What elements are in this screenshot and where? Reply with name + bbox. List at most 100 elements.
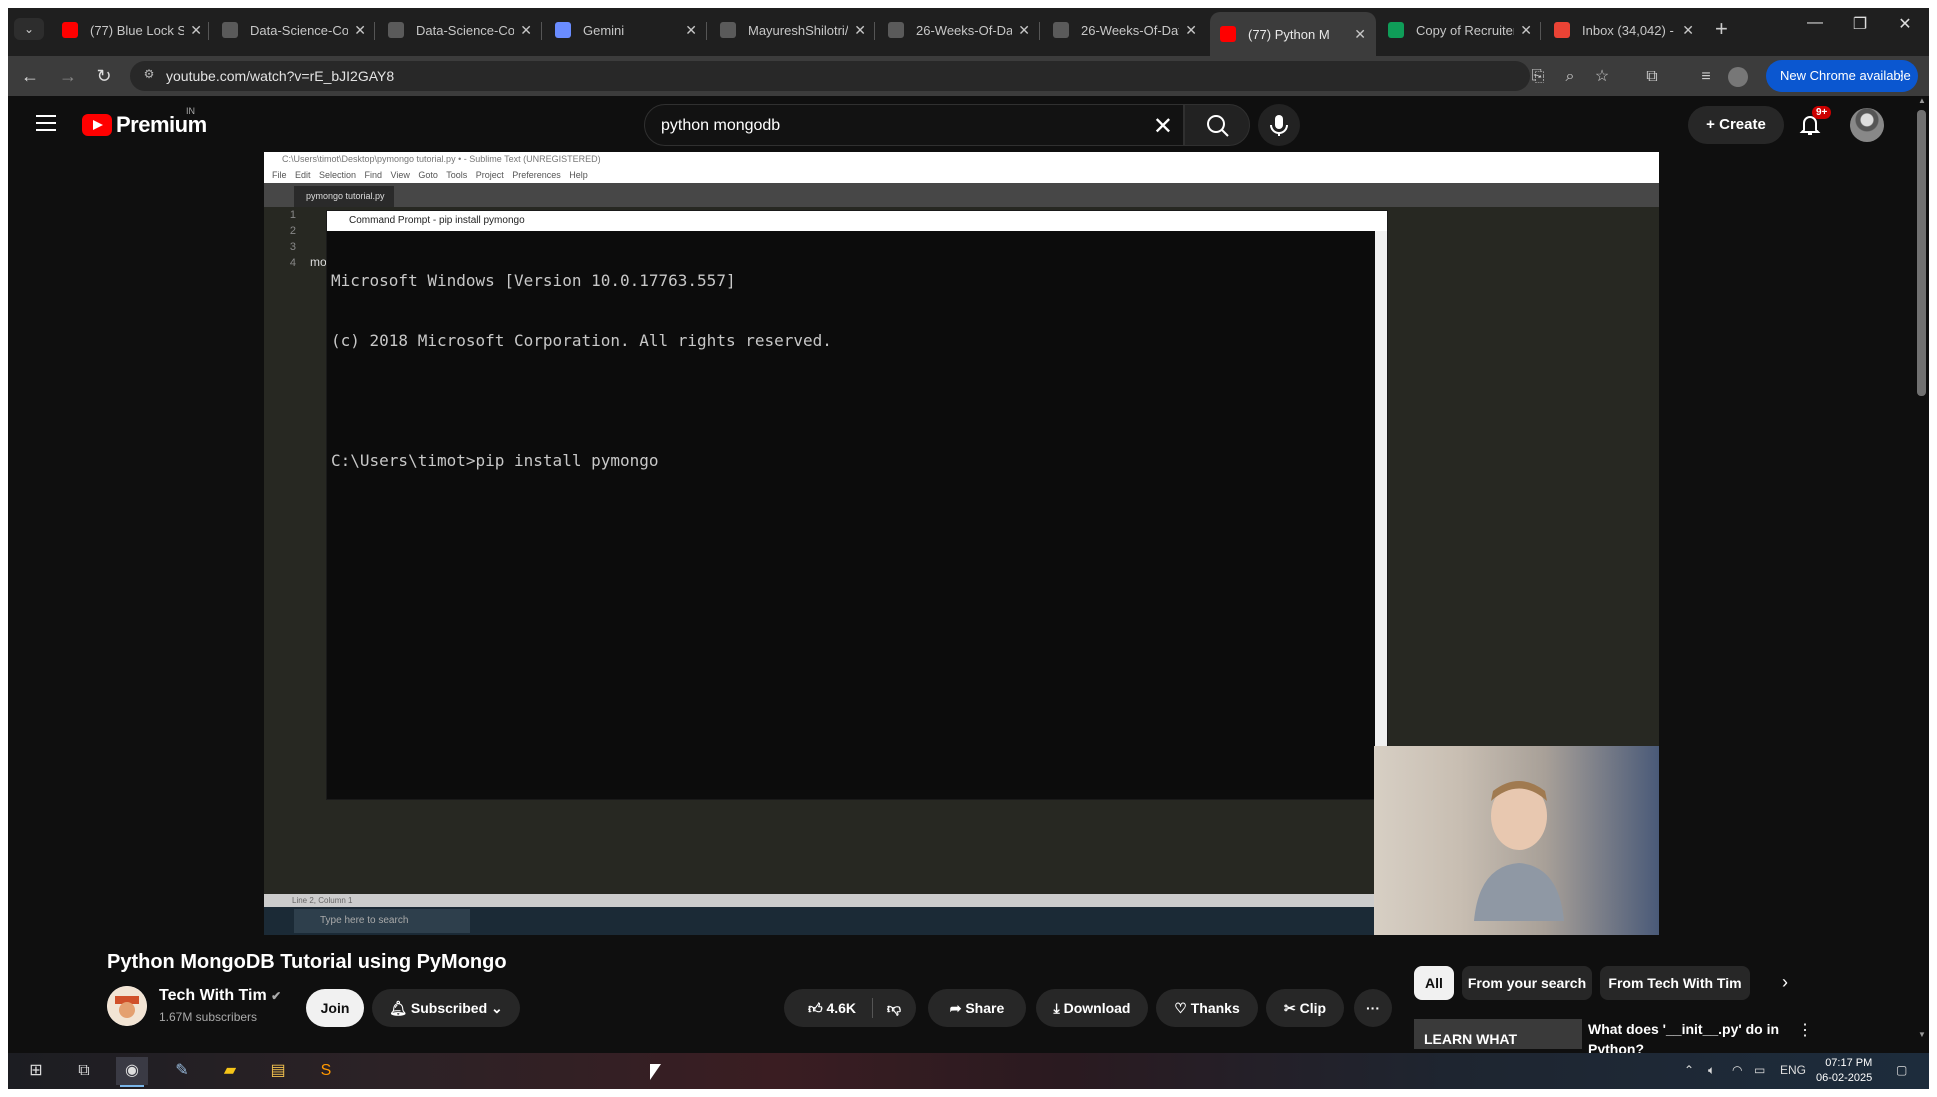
- browser-tab[interactable]: Data-Science-Cou ✕: [212, 12, 376, 48]
- windows-start-icon[interactable]: ⊞: [20, 1057, 52, 1085]
- like-button[interactable]: 👍︎ 4.6K: [796, 989, 868, 1027]
- close-tab-icon[interactable]: ✕: [1185, 22, 1197, 39]
- volume-icon[interactable]: 🔈︎: [1708, 1063, 1715, 1078]
- browser-tab[interactable]: 26-Weeks-Of-Dat ✕: [1043, 12, 1207, 48]
- chip-all[interactable]: All: [1414, 966, 1454, 1000]
- close-tab-icon[interactable]: ✕: [520, 22, 532, 39]
- file-explorer-taskbar-icon[interactable]: ▤: [262, 1057, 294, 1085]
- back-button[interactable]: ←: [16, 62, 44, 90]
- cmd-title-bar: Command Prompt - pip install pymongo: [327, 211, 1387, 231]
- share-button[interactable]: ➦ Share: [928, 989, 1026, 1027]
- wifi-icon[interactable]: ◠: [1732, 1063, 1742, 1077]
- close-tab-icon[interactable]: ✕: [1354, 26, 1366, 43]
- scroll-up-arrow-icon[interactable]: ▲: [1914, 96, 1930, 110]
- hamburger-menu-icon[interactable]: [36, 115, 56, 131]
- youtube-icon: [1220, 26, 1236, 42]
- notepad-taskbar-icon[interactable]: ✎: [166, 1057, 198, 1085]
- extensions-icon[interactable]: ⧉: [1640, 65, 1664, 89]
- microphone-icon: [1270, 115, 1288, 136]
- clip-button[interactable]: ✂ Clip: [1266, 989, 1344, 1027]
- browser-tab-strip: ⌄ (77) Blue Lock S2 |✕Data-Science-Cou✕D…: [0, 0, 1937, 56]
- close-tab-icon[interactable]: ✕: [354, 22, 366, 39]
- chevron-down-icon: ⌄: [487, 1000, 503, 1016]
- join-button[interactable]: Join: [306, 989, 364, 1027]
- bookmark-star-icon[interactable]: ☆: [1590, 65, 1614, 89]
- browser-tab[interactable]: (77) Blue Lock S2 | ✕: [52, 12, 212, 48]
- scroll-down-arrow-icon[interactable]: ▼: [1914, 1030, 1930, 1044]
- chrome-menu-icon[interactable]: ⋮: [1895, 60, 1908, 92]
- sublime-text-taskbar-icon[interactable]: S: [310, 1057, 342, 1085]
- restore-window-button[interactable]: ❐: [1845, 14, 1875, 34]
- channel-avatar[interactable]: [107, 986, 147, 1026]
- account-avatar[interactable]: [1850, 108, 1884, 142]
- youtube-premium-logo[interactable]: Premium IN: [82, 106, 207, 138]
- tab-separator: [706, 22, 707, 40]
- browser-tab[interactable]: MayureshShilotri/ ✕: [710, 12, 876, 48]
- browser-tab[interactable]: Inbox (34,042) - c ✕: [1544, 12, 1704, 48]
- sticky-notes-taskbar-icon[interactable]: ▰: [214, 1057, 246, 1085]
- close-tab-icon[interactable]: ✕: [1682, 22, 1694, 39]
- download-button[interactable]: ⤓ Download: [1036, 989, 1148, 1027]
- new-chrome-available-button[interactable]: New Chrome available ⋮: [1766, 60, 1918, 92]
- search-input[interactable]: python mongodb ✕: [644, 104, 1184, 146]
- scrollbar-thumb[interactable]: [1917, 110, 1926, 396]
- windows-taskbar: ⊞ ⧉ ◉ ✎ ▰ ▤ S ⌃ 🔈︎ ◠ ▭ ENG 07:17 PM 06-0…: [8, 1053, 1930, 1089]
- youtube-play-icon: [82, 114, 112, 136]
- recommendation-thumbnail[interactable]: LEARN WHAT: [1414, 1019, 1582, 1049]
- forward-button[interactable]: →: [54, 62, 82, 90]
- chrome-taskbar-icon[interactable]: ◉: [116, 1057, 148, 1087]
- minimize-window-button[interactable]: —: [1800, 14, 1830, 32]
- install-app-icon[interactable]: ⎘: [1526, 65, 1550, 89]
- chip-label: From your search: [1467, 975, 1587, 991]
- youtube-icon: [62, 22, 78, 38]
- action-center-icon[interactable]: ▢: [1896, 1063, 1907, 1077]
- close-tab-icon[interactable]: ✕: [1520, 22, 1532, 39]
- profile-avatar[interactable]: [1728, 67, 1748, 87]
- cmd-line: Microsoft Windows [Version 10.0.17763.55…: [331, 271, 736, 290]
- close-tab-icon[interactable]: ✕: [854, 22, 866, 39]
- subscribed-button[interactable]: 🔔︎ Subscribed ⌄: [372, 989, 520, 1027]
- language-indicator[interactable]: ENG: [1780, 1063, 1806, 1077]
- address-bar[interactable]: ⚙ youtube.com/watch?v=rE_bJI2GAY8: [130, 61, 1530, 91]
- task-view-icon[interactable]: ⧉: [68, 1057, 100, 1085]
- site-info-icon[interactable]: ⚙: [140, 67, 158, 85]
- create-button[interactable]: + Create: [1688, 106, 1784, 144]
- reload-button[interactable]: ↻: [90, 62, 118, 90]
- zoom-icon[interactable]: ⌕: [1558, 65, 1582, 89]
- search-button[interactable]: [1184, 104, 1250, 146]
- browser-tab[interactable]: Copy of Recruiter ✕: [1378, 12, 1542, 48]
- media-controls-icon[interactable]: ≡: [1694, 65, 1718, 89]
- tab-separator: [374, 22, 375, 40]
- tray-overflow-icon[interactable]: ⌃: [1684, 1063, 1694, 1077]
- browser-tab[interactable]: 26-Weeks-Of-Dat ✕: [878, 12, 1040, 48]
- browser-tab[interactable]: Data-Science-Cou ✕: [378, 12, 542, 48]
- close-window-button[interactable]: ✕: [1890, 14, 1920, 34]
- close-tab-icon[interactable]: ✕: [1018, 22, 1030, 39]
- clear-search-icon[interactable]: ✕: [1153, 112, 1173, 141]
- video-player[interactable]: C:\Users\timot\Desktop\pymongo tutorial.…: [264, 152, 1659, 935]
- cmd-line: C:\Users\timot>pip install pymongo: [331, 451, 659, 470]
- chip-from-channel[interactable]: From Tech With Tim: [1600, 966, 1750, 1000]
- tab-search-button[interactable]: ⌄: [14, 18, 44, 40]
- browser-tab[interactable]: (77) Python M ✕: [1210, 12, 1376, 56]
- channel-name-text: Tech With Tim: [159, 987, 267, 1004]
- plus-icon: +: [1706, 116, 1720, 133]
- close-tab-icon[interactable]: ✕: [685, 22, 697, 39]
- channel-name[interactable]: Tech With Tim ✔: [159, 987, 281, 1005]
- thanks-button[interactable]: ♡ Thanks: [1156, 989, 1258, 1027]
- cmd-line: [331, 391, 1387, 411]
- clock[interactable]: 07:17 PM 06-02-2025: [1816, 1056, 1872, 1086]
- chips-next-icon[interactable]: ›: [1782, 972, 1788, 993]
- sublime-tab-bar: pymongo tutorial.py: [264, 183, 1659, 207]
- close-tab-icon[interactable]: ✕: [190, 22, 202, 39]
- browser-tab[interactable]: Gemini ✕: [545, 12, 707, 48]
- recommendation-menu-icon[interactable]: ⋮: [1797, 1020, 1813, 1040]
- sublime-menu-bar: File Edit Selection Find View Goto Tools…: [264, 167, 1659, 183]
- voice-search-button[interactable]: [1258, 104, 1300, 146]
- battery-icon[interactable]: ▭: [1754, 1063, 1765, 1077]
- dislike-button[interactable]: 👎︎: [878, 989, 910, 1027]
- chip-from-your-search[interactable]: From your search: [1462, 966, 1592, 1000]
- new-tab-button[interactable]: +: [1715, 16, 1728, 42]
- github-icon: [222, 22, 238, 38]
- more-actions-button[interactable]: ···: [1354, 989, 1392, 1027]
